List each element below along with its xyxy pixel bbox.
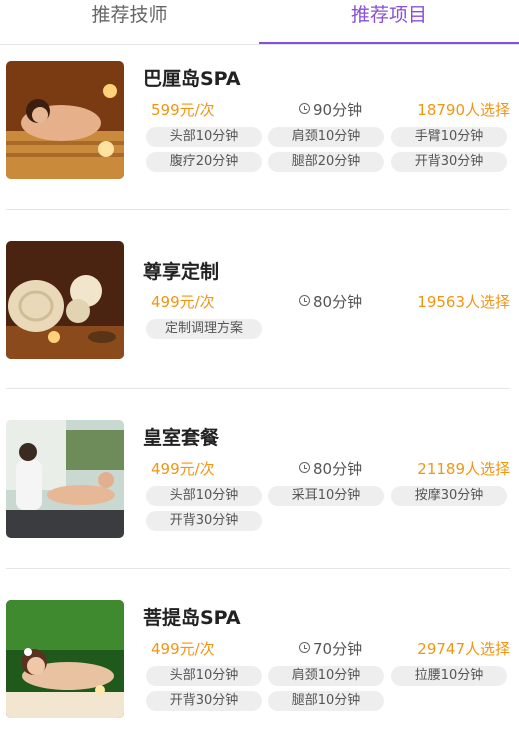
service-title: 尊享定制	[143, 261, 220, 283]
service-image-massage	[6, 61, 124, 179]
service-tag: 开背30分钟	[391, 152, 507, 172]
service-tag: 开背30分钟	[146, 511, 262, 531]
service-image-bodhi-spa	[6, 600, 124, 718]
service-tag: 定制调理方案	[146, 319, 262, 339]
divider	[6, 388, 510, 389]
service-duration: 80分钟	[299, 291, 362, 312]
service-duration: 90分钟	[299, 99, 362, 120]
service-title: 巴厘岛SPA	[143, 68, 241, 90]
service-price: 499元/次	[151, 640, 215, 658]
service-price: 599元/次	[151, 101, 215, 119]
clock-icon	[299, 642, 310, 653]
clock-icon	[299, 462, 310, 473]
service-image-herbal-compress	[6, 241, 124, 359]
divider	[6, 209, 510, 210]
service-chosen-count: 21189人选择	[417, 460, 510, 478]
service-item[interactable]: 菩提岛SPA 499元/次 70分钟 29747人选择 头部10分钟 肩颈10分…	[0, 594, 519, 734]
clock-icon	[299, 295, 310, 306]
service-image-royal-treatment	[6, 420, 124, 538]
service-price: 499元/次	[151, 460, 215, 478]
service-tag: 头部10分钟	[146, 486, 262, 506]
clock-icon	[299, 103, 310, 114]
service-title: 菩提岛SPA	[143, 607, 241, 629]
service-tag: 肩颈10分钟	[268, 666, 384, 686]
service-chosen-count: 19563人选择	[417, 293, 510, 311]
service-tag: 按摩30分钟	[391, 486, 507, 506]
service-item[interactable]: 巴厘岛SPA 599元/次 90分钟 18790人选择 头部10分钟 肩颈10分…	[0, 55, 519, 195]
tab-bar: 推荐技师 推荐项目	[0, 0, 519, 45]
service-chosen-count: 18790人选择	[417, 101, 510, 119]
service-tag: 头部10分钟	[146, 127, 262, 147]
service-tag: 腿部20分钟	[268, 152, 384, 172]
tab-recommended-therapists[interactable]: 推荐技师	[0, 0, 259, 44]
service-tag: 头部10分钟	[146, 666, 262, 686]
service-chosen-count: 29747人选择	[417, 640, 510, 658]
service-tag: 腹疗20分钟	[146, 152, 262, 172]
divider	[6, 568, 510, 569]
service-tag: 肩颈10分钟	[268, 127, 384, 147]
active-tab-indicator	[259, 42, 519, 44]
tab-recommended-services[interactable]: 推荐项目	[259, 0, 519, 44]
service-duration: 80分钟	[299, 458, 362, 479]
service-price: 499元/次	[151, 293, 215, 311]
service-title: 皇室套餐	[143, 427, 220, 449]
service-duration: 70分钟	[299, 638, 362, 659]
service-tag: 采耳10分钟	[268, 486, 384, 506]
service-item[interactable]: 尊享定制 499元/次 80分钟 19563人选择 定制调理方案	[0, 235, 519, 375]
service-item[interactable]: 皇室套餐 499元/次 80分钟 21189人选择 头部10分钟 采耳10分钟 …	[0, 414, 519, 554]
service-tag: 手臂10分钟	[391, 127, 507, 147]
service-tag: 腿部10分钟	[268, 691, 384, 711]
service-tag: 拉腰10分钟	[391, 666, 507, 686]
service-tag: 开背30分钟	[146, 691, 262, 711]
